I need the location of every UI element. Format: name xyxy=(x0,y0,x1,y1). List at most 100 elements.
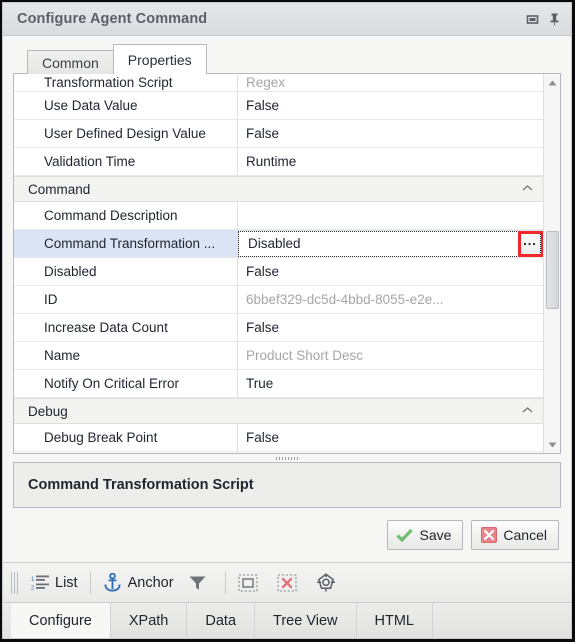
property-name: User Defined Design Value xyxy=(14,120,238,147)
toolbar-list-button[interactable]: 1 2 List xyxy=(23,568,85,598)
property-value: Disabled xyxy=(248,235,301,251)
table-row[interactable]: ID 6bbef329-dc5d-4bbd-8055-e2e... xyxy=(14,286,543,314)
bottom-tab-configure[interactable]: Configure xyxy=(11,603,111,638)
bottom-tab-tree-view-label: Tree View xyxy=(273,612,338,629)
top-tab-strip: Common Properties xyxy=(13,44,561,74)
filter-funnel-icon xyxy=(188,573,208,593)
pin-icon[interactable] xyxy=(543,8,565,30)
property-value: False xyxy=(246,98,280,113)
scroll-down-arrow-icon[interactable] xyxy=(544,436,561,453)
bottom-tab-configure-label: Configure xyxy=(29,612,92,629)
property-category-debug[interactable]: Debug xyxy=(14,398,543,424)
red-x-icon xyxy=(480,527,497,544)
bottom-tab-xpath-label: XPath xyxy=(128,612,169,629)
table-row[interactable]: Notify On Critical Error True xyxy=(14,370,543,398)
property-value: False xyxy=(246,320,280,335)
svg-text:2: 2 xyxy=(31,586,35,592)
table-row[interactable]: Increase Data Count False xyxy=(14,314,543,342)
property-name: Transformation Script xyxy=(14,75,238,91)
property-value: False xyxy=(246,264,280,279)
property-grid: Transformation Script Regex Use Data Val… xyxy=(13,73,561,454)
action-button-row: Save Cancel xyxy=(13,508,561,562)
save-button-label: Save xyxy=(419,527,452,543)
open-editor-ellipsis-button[interactable]: ... xyxy=(519,232,541,255)
splitter-grip-icon xyxy=(276,456,298,460)
table-row[interactable]: Validation Time Runtime xyxy=(14,148,543,176)
table-row[interactable]: Command Description xyxy=(14,202,543,230)
bottom-tab-tree-view[interactable]: Tree View xyxy=(255,603,357,638)
toolbar-anchor-button[interactable]: Anchor xyxy=(96,568,181,598)
property-name: Disabled xyxy=(14,258,238,285)
property-value: Runtime xyxy=(246,154,297,169)
toolbar-select-region-button[interactable] xyxy=(231,568,270,598)
cancel-button-label: Cancel xyxy=(503,527,547,543)
configure-agent-command-window: Configure Agent Command Common Propertie… xyxy=(0,0,575,642)
property-value: Product Short Desc xyxy=(246,348,364,363)
bottom-tab-html[interactable]: HTML xyxy=(357,603,433,638)
tab-common[interactable]: Common xyxy=(27,50,114,74)
table-row[interactable]: Name Product Short Desc xyxy=(14,342,543,370)
property-name: Notify On Critical Error xyxy=(14,370,238,397)
property-value: True xyxy=(246,376,274,391)
property-value: Regex xyxy=(246,75,286,90)
toolbar-separator xyxy=(89,571,91,594)
restore-window-icon[interactable] xyxy=(521,8,543,30)
toolbar-anchor-label: Anchor xyxy=(127,574,174,591)
tab-properties[interactable]: Properties xyxy=(112,44,207,74)
property-name: Command Transformation ... xyxy=(14,230,238,257)
property-value: False xyxy=(246,430,280,445)
green-check-icon xyxy=(396,527,414,544)
property-value: False xyxy=(246,126,280,141)
select-region-icon xyxy=(237,573,258,593)
table-row[interactable]: User Defined Design Value False xyxy=(14,120,543,148)
table-row[interactable]: Disabled False xyxy=(14,258,543,286)
tab-properties-label: Properties xyxy=(127,51,192,68)
splitter-handle[interactable] xyxy=(13,454,561,462)
bottom-tab-html-label: HTML xyxy=(374,612,414,629)
description-title: Command Transformation Script xyxy=(28,477,254,493)
toolbar-drag-grip[interactable] xyxy=(11,571,19,594)
property-value: 6bbef329-dc5d-4bbd-8055-e2e... xyxy=(246,292,444,307)
toolbar-filter-button[interactable] xyxy=(181,568,220,598)
property-grid-scroll-area: Transformation Script Regex Use Data Val… xyxy=(14,74,560,453)
property-name: Increase Data Count xyxy=(14,314,238,341)
window-inner: Configure Agent Command Common Propertie… xyxy=(2,2,572,639)
table-row[interactable]: Debug Disabled False xyxy=(14,452,543,453)
collapse-chevron-up-icon[interactable] xyxy=(522,406,533,417)
scrollbar-thumb[interactable] xyxy=(545,231,559,309)
table-row[interactable]: Transformation Script Regex xyxy=(14,74,543,92)
property-name: Debug Break Point xyxy=(14,424,238,451)
property-value-editor[interactable]: Disabled ... xyxy=(238,230,543,257)
property-value: False xyxy=(238,452,543,453)
dialog-body: Common Properties Transformation Script … xyxy=(3,36,571,562)
bottom-tab-xpath[interactable]: XPath xyxy=(111,603,188,638)
property-category-command[interactable]: Command xyxy=(14,176,543,202)
table-row[interactable]: Debug Break Point False xyxy=(14,424,543,452)
scroll-up-arrow-icon[interactable] xyxy=(544,74,561,91)
table-row[interactable]: Use Data Value False xyxy=(14,92,543,120)
bottom-tab-bar: Configure XPath Data Tree View HTML xyxy=(3,602,571,638)
toolbar-clear-selection-button[interactable] xyxy=(270,568,309,598)
vertical-scrollbar[interactable] xyxy=(543,74,560,453)
category-label: Debug xyxy=(28,403,68,419)
anchor-icon xyxy=(103,573,123,593)
property-grid-rows: Transformation Script Regex Use Data Val… xyxy=(14,74,543,453)
collapse-chevron-up-icon[interactable] xyxy=(522,184,533,195)
window-title: Configure Agent Command xyxy=(17,11,208,27)
property-name: ID xyxy=(14,286,238,313)
scrollbar-track[interactable] xyxy=(544,91,561,436)
crosshair-target-icon xyxy=(316,572,336,593)
title-bar: Configure Agent Command xyxy=(3,3,571,36)
cancel-button[interactable]: Cancel xyxy=(471,520,559,550)
svg-text:1: 1 xyxy=(31,577,35,583)
tab-common-label: Common xyxy=(42,54,99,71)
toolbar-list-label: List xyxy=(55,574,78,591)
table-row-selected[interactable]: Command Transformation ... Disabled ... xyxy=(14,230,543,258)
toolbar-separator xyxy=(224,571,226,594)
bottom-tab-data[interactable]: Data xyxy=(187,603,256,638)
property-name: Validation Time xyxy=(14,148,238,175)
property-name: Command Description xyxy=(14,202,238,229)
property-name: Use Data Value xyxy=(14,92,238,119)
save-button[interactable]: Save xyxy=(387,520,464,550)
toolbar-target-button[interactable] xyxy=(309,568,348,598)
